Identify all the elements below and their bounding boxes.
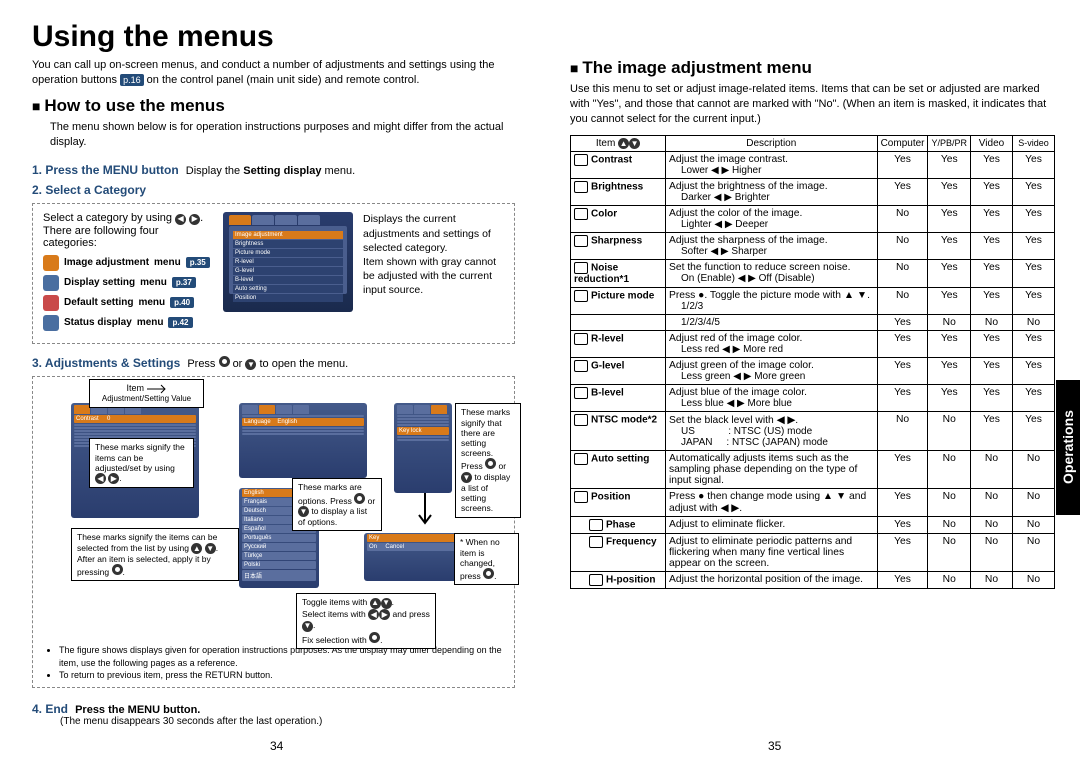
enter-icon — [354, 493, 365, 504]
adjustments-box: Item Adjustment/Setting Value Contrast 0… — [32, 376, 515, 687]
cat-item: Image adjustment menu p.35 — [43, 255, 213, 271]
table-row: NTSC mode*2Set the black level with ◀ ▶.… — [571, 412, 1055, 451]
item-icon — [574, 154, 588, 166]
page-number-right: 35 — [768, 739, 781, 753]
down-arrow-icon: ▼ — [245, 359, 256, 370]
cat-item: Display setting menu p.37 — [43, 275, 213, 291]
table-row: Picture modePress ●. Toggle the picture … — [571, 288, 1055, 315]
table-row: ColorAdjust the color of the image.Light… — [571, 206, 1055, 233]
image-adj-icon — [43, 255, 59, 271]
category-list: Image adjustment menu p.35 Display setti… — [43, 255, 213, 331]
up-arrow-icon: ▲ — [191, 543, 202, 554]
category-screenshot: Image adjustment Brightness Picture mode… — [223, 212, 353, 312]
right-arrow-icon: ▶ — [189, 214, 200, 225]
callout-setting-screens: These marks signify that there are setti… — [455, 403, 521, 517]
callout-nochange: * When no item is changed, press . — [454, 533, 519, 585]
page-number-left: 34 — [270, 739, 283, 753]
menu-panel-2: Language English — [239, 403, 367, 478]
category-box: Select a category by using ◀ ▶. There ar… — [32, 203, 515, 344]
left-page: Using the menus You can call up on-scree… — [0, 0, 540, 763]
item-icon — [574, 235, 588, 247]
how-intro: The menu shown below is for operation in… — [50, 120, 515, 150]
table-row: ContrastAdjust the image contrast.Lower … — [571, 152, 1055, 179]
item-icon — [574, 414, 588, 426]
item-icon — [574, 387, 588, 399]
cat-item: Default setting menu p.40 — [43, 295, 213, 311]
table-row: PhaseAdjust to eliminate flicker.YesNoNo… — [571, 517, 1055, 534]
right-page: The image adjustment menu Use this menu … — [540, 0, 1055, 763]
adjustment-table: Item ▲▼ Description Computer Y/PB/PR Vid… — [570, 135, 1055, 590]
category-right-text: Displays the current adjustments and set… — [363, 212, 504, 335]
page-title: Using the menus — [32, 20, 515, 54]
table-row: Auto settingAutomatically adjusts items … — [571, 451, 1055, 489]
callout-adjset: These marks signify the items can be adj… — [89, 438, 194, 488]
item-icon — [574, 360, 588, 372]
default-setting-icon — [43, 295, 59, 311]
enter-icon — [112, 564, 123, 575]
table-header-row: Item ▲▼ Description Computer Y/PB/PR Vid… — [571, 135, 1055, 152]
item-icon — [574, 333, 588, 345]
step4-label: 4. End — [32, 702, 68, 716]
table-row: G-levelAdjust green of the image color.L… — [571, 358, 1055, 385]
item-icon — [574, 208, 588, 220]
item-icon — [574, 262, 588, 274]
table-row: SharpnessAdjust the sharpness of the ima… — [571, 233, 1055, 260]
callout-list-select: These marks signify the items can be sel… — [71, 528, 239, 581]
down-arrow-connector-icon — [417, 493, 433, 529]
table-row: FrequencyAdjust to eliminate periodic pa… — [571, 534, 1055, 572]
step2-label: 2. Select a Category — [32, 183, 146, 197]
side-tab-operations: Operations — [1056, 380, 1080, 515]
item-icon — [574, 491, 588, 503]
table-row: B-levelAdjust blue of the image color.Le… — [571, 385, 1055, 412]
step3-label: 3. Adjustments & Settings — [32, 356, 180, 370]
callout-item-label: Item Adjustment/Setting Value — [89, 379, 204, 407]
image-intro: Use this menu to set or adjust image-rel… — [570, 82, 1055, 127]
item-icon — [589, 519, 603, 531]
callout-options: These marks are options. Press or ▼ to d… — [292, 478, 382, 531]
menu-panel-5: Key On Cancel — [364, 533, 458, 581]
table-row: 1/2/3/4/5YesNoNoNo — [571, 315, 1055, 331]
page-ref-badge: p.16 — [120, 74, 144, 86]
step4-note: (The menu disappears 30 seconds after th… — [60, 716, 515, 727]
display-setting-icon — [43, 275, 59, 291]
item-icon — [589, 536, 603, 548]
table-row: R-levelAdjust red of the image color.Les… — [571, 331, 1055, 358]
table-row: BrightnessAdjust the brightness of the i… — [571, 179, 1055, 206]
step1-label: 1. Press the MENU button — [32, 163, 179, 177]
callout-toggle: Toggle items with ▲▼. Select items with … — [296, 593, 436, 649]
item-icon — [574, 181, 588, 193]
item-icon — [574, 453, 588, 465]
enter-icon — [219, 356, 230, 367]
notes-list: The figure shows displays given for oper… — [49, 644, 508, 680]
intro-text: You can call up on-screen menus, and con… — [32, 58, 515, 88]
step4-text: Press the MENU button. — [75, 704, 200, 716]
down-arrow-icon: ▼ — [205, 543, 216, 554]
table-row: H-positionAdjust the horizontal position… — [571, 572, 1055, 589]
table-row: PositionPress ● then change mode using ▲… — [571, 489, 1055, 517]
left-arrow-icon: ◀ — [175, 214, 186, 225]
section-image-heading: The image adjustment menu — [570, 58, 1055, 78]
status-display-icon — [43, 315, 59, 331]
menu-panel-4: Key lock — [394, 403, 452, 493]
item-icon — [589, 574, 603, 586]
cat-item: Status display menu p.42 — [43, 315, 213, 331]
item-icon — [574, 290, 588, 302]
table-row: Noise reduction*1Set the function to red… — [571, 260, 1055, 288]
section-how-heading: How to use the menus — [32, 96, 515, 116]
